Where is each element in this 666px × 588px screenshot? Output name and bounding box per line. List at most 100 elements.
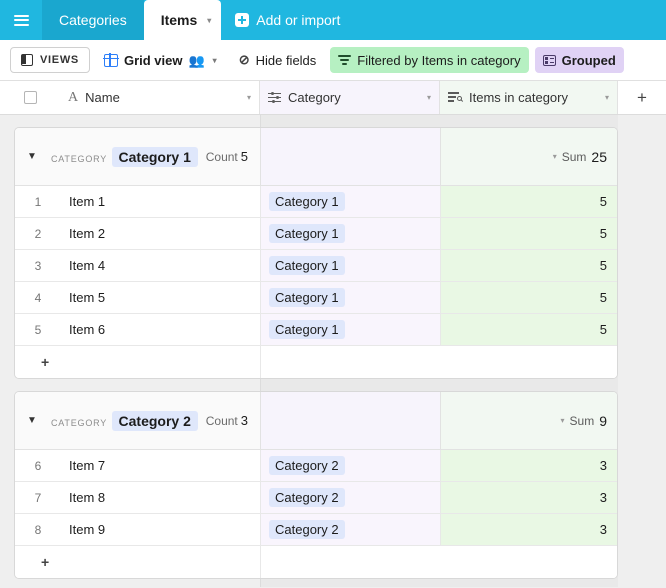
row-number: 1	[34, 194, 42, 209]
cell-name[interactable]: Item 9	[61, 514, 261, 545]
add-record-button[interactable]: +	[15, 346, 261, 378]
category-chip: Category 1	[269, 288, 345, 307]
cell-name[interactable]: Item 6	[61, 314, 261, 345]
cell-items-in-category[interactable]: 5	[441, 282, 617, 313]
group-button[interactable]: Grouped	[534, 47, 624, 73]
group-count[interactable]: Count 5	[206, 149, 260, 164]
group-header[interactable]: ▼ CATEGORY Category 2 Count 3 ▾ Sum 9	[15, 392, 617, 450]
column-header-items-in-category[interactable]: Items in category ▾	[440, 81, 618, 114]
hamburger-menu-icon[interactable]	[0, 0, 42, 40]
group-count[interactable]: Count 3	[206, 413, 260, 428]
cell-items-in-category[interactable]: 3	[441, 514, 617, 545]
column-header-items-in-category-label: Items in category	[469, 90, 568, 105]
grid-body: ▼ CATEGORY Category 1 Count 5 ▾ Sum 25 1…	[0, 115, 666, 587]
cell-name[interactable]: Item 2	[61, 218, 261, 249]
table-row[interactable]: 8 Item 9 Category 2 3	[15, 514, 617, 546]
table-row[interactable]: 6 Item 7 Category 2 3	[15, 450, 617, 482]
cell-category[interactable]: Category 1	[261, 250, 441, 281]
table-row[interactable]: 5 Item 6 Category 1 5	[15, 314, 617, 346]
group-header-category-summary[interactable]	[261, 392, 441, 449]
collapse-toggle-icon[interactable]: ▼	[27, 151, 45, 162]
row-number: 8	[34, 522, 42, 537]
hide-fields-button[interactable]: ⊘ Hide fields	[231, 47, 325, 73]
group-value-chip: Category 2	[111, 410, 198, 431]
add-field-button[interactable]: +	[618, 81, 666, 114]
row-number: 2	[34, 226, 42, 241]
group-field-label: CATEGORY	[51, 153, 108, 164]
chevron-down-icon[interactable]: ▾	[605, 93, 609, 102]
add-record-row[interactable]: +	[15, 546, 617, 578]
group-summary-value: 25	[591, 148, 607, 165]
column-header-row: A Name ▾ Category ▾ Items in category ▾ …	[0, 81, 666, 115]
cell-items-in-category[interactable]: 5	[441, 250, 617, 281]
cell-name[interactable]: Item 8	[61, 482, 261, 513]
table-row[interactable]: 3 Item 4 Category 1 5	[15, 250, 617, 282]
chevron-down-icon[interactable]: ▾	[207, 16, 211, 25]
select-all-checkbox[interactable]	[23, 91, 37, 104]
view-toolbar: VIEWS Grid view 👥 ▾ ⊘ Hide fields Filter…	[0, 40, 666, 81]
row-number: 4	[34, 290, 42, 305]
cell-category[interactable]: Category 1	[261, 186, 441, 217]
cell-name[interactable]: Item 1	[61, 186, 261, 217]
cell-category[interactable]: Category 2	[261, 514, 441, 545]
chevron-down-icon[interactable]: ▾	[553, 152, 557, 161]
group-count-value: 5	[240, 149, 248, 164]
group-value-wrap: CATEGORY Category 2	[45, 410, 206, 431]
group-header[interactable]: ▼ CATEGORY Category 1 Count 5 ▾ Sum 25	[15, 128, 617, 186]
cell-items-in-category[interactable]: 5	[441, 314, 617, 345]
cell-category[interactable]: Category 2	[261, 482, 441, 513]
group-header-rollup-summary[interactable]: ▾ Sum 25	[441, 128, 617, 185]
row-number: 3	[34, 258, 42, 273]
filter-button[interactable]: Filtered by Items in category	[330, 47, 529, 73]
cell-items-in-category[interactable]: 5	[441, 186, 617, 217]
cell-items-in-category[interactable]: 5	[441, 218, 617, 249]
cell-category[interactable]: Category 1	[261, 282, 441, 313]
select-all-cell[interactable]	[0, 81, 60, 114]
chevron-down-icon[interactable]: ▾	[247, 93, 251, 102]
cell-items-in-category[interactable]: 3	[441, 482, 617, 513]
collapse-toggle-icon[interactable]: ▼	[27, 415, 45, 426]
add-or-import-label: Add or import	[256, 12, 341, 28]
views-button[interactable]: VIEWS	[10, 47, 90, 73]
cell-name[interactable]: Item 7	[61, 450, 261, 481]
add-record-row-filler	[261, 346, 617, 378]
tab-items[interactable]: Items ▾	[143, 0, 222, 40]
group-count-value: 3	[240, 413, 248, 428]
add-record-row[interactable]: +	[15, 346, 617, 378]
category-chip: Category 1	[269, 192, 345, 211]
group-header-rollup-summary[interactable]: ▾ Sum 9	[441, 392, 617, 449]
category-chip: Category 2	[269, 520, 345, 539]
lookup-icon	[448, 92, 462, 103]
grid-view-button[interactable]: Grid view 👥 ▾	[96, 47, 225, 73]
group-header-category-summary[interactable]	[261, 128, 441, 185]
table-row[interactable]: 2 Item 2 Category 1 5	[15, 218, 617, 250]
hide-fields-icon: ⊘	[238, 52, 250, 67]
group-summary-label: Sum	[569, 413, 595, 428]
hamburger-bar	[13, 19, 29, 21]
row-number: 7	[34, 490, 42, 505]
table-row[interactable]: 1 Item 1 Category 1 5	[15, 186, 617, 218]
chevron-down-icon[interactable]: ▾	[561, 416, 565, 425]
cell-items-in-category[interactable]: 3	[441, 450, 617, 481]
chevron-down-icon[interactable]: ▾	[213, 56, 217, 65]
tab-categories[interactable]: Categories	[42, 0, 144, 40]
row-number: 5	[34, 322, 42, 337]
add-or-import-button[interactable]: Add or import	[221, 0, 354, 40]
column-header-name[interactable]: A Name ▾	[60, 81, 260, 114]
add-record-button[interactable]: +	[15, 546, 261, 578]
views-button-label: VIEWS	[40, 54, 79, 66]
record-group: ▼ CATEGORY Category 2 Count 3 ▾ Sum 9 6 …	[14, 391, 618, 579]
cell-category[interactable]: Category 1	[261, 218, 441, 249]
cell-name[interactable]: Item 5	[61, 282, 261, 313]
chevron-down-icon[interactable]: ▾	[427, 93, 431, 102]
column-header-category[interactable]: Category ▾	[260, 81, 440, 114]
sidebar-panel-icon	[21, 54, 33, 66]
hide-fields-label: Hide fields	[255, 52, 317, 68]
cell-name[interactable]: Item 4	[61, 250, 261, 281]
top-tab-bar: Categories Items ▾ Add or import	[0, 0, 666, 40]
cell-category[interactable]: Category 2	[261, 450, 441, 481]
table-row[interactable]: 4 Item 5 Category 1 5	[15, 282, 617, 314]
column-header-name-label: Name	[85, 90, 120, 105]
table-row[interactable]: 7 Item 8 Category 2 3	[15, 482, 617, 514]
cell-category[interactable]: Category 1	[261, 314, 441, 345]
